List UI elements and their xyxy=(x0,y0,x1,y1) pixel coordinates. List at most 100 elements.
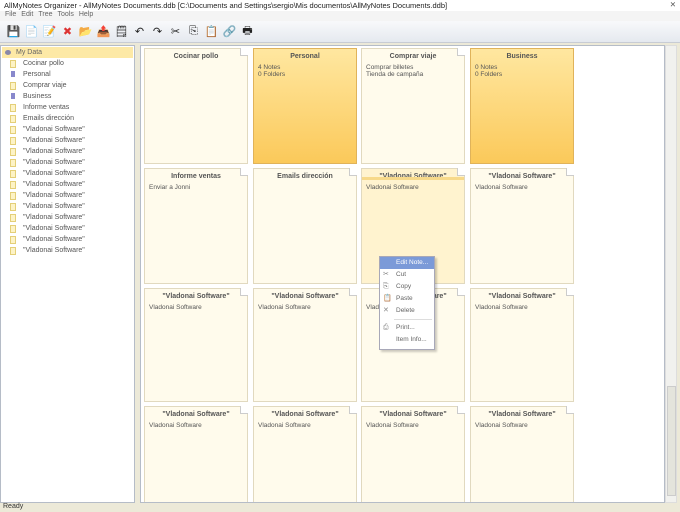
folder-icon xyxy=(11,71,15,77)
tree-item-label: Informe ventas xyxy=(23,104,70,111)
tree-item-label: "Vladonai Software" xyxy=(23,192,85,199)
note-card[interactable]: Emails dirección xyxy=(253,168,357,284)
note-card[interactable]: "Vladonai Software" Vladonai Software xyxy=(253,288,357,402)
note-card[interactable]: "Vladonai Software" Vladonai Software xyxy=(144,288,248,402)
tree-item[interactable]: Informe ventas xyxy=(1,102,134,113)
tree-item[interactable]: Cocinar pollo xyxy=(1,58,134,69)
vertical-scrollbar[interactable] xyxy=(665,45,677,503)
tree-root[interactable]: My Data xyxy=(2,47,133,58)
card-line: Vladonai Software xyxy=(475,184,528,191)
page-fold-icon xyxy=(566,406,574,414)
context-item-cut[interactable]: ✂ Cut xyxy=(380,269,434,281)
context-item-paste[interactable]: 📋 Paste xyxy=(380,293,434,305)
link-button[interactable]: 🔗 xyxy=(222,24,237,39)
cut-icon: ✂ xyxy=(170,26,181,38)
note-card[interactable]: "Vladonai Software" Vladonai Software xyxy=(361,406,465,502)
menu-file[interactable]: File xyxy=(5,11,16,18)
close-button[interactable]: ✕ xyxy=(670,0,676,9)
menu-edit[interactable]: Edit xyxy=(21,11,33,18)
scrollbar-thumb[interactable] xyxy=(667,386,676,496)
tree-item[interactable]: Comprar viaje xyxy=(1,80,134,91)
page-fold-icon xyxy=(457,168,465,176)
menu-tools[interactable]: Tools xyxy=(57,11,73,18)
page-fold-icon xyxy=(566,168,574,176)
copy-button[interactable]: ⎘ xyxy=(186,24,201,39)
card-title: "Vladonai Software" xyxy=(271,293,339,300)
context-item-label: Item Info... xyxy=(396,336,427,343)
delete-button[interactable]: ✖ xyxy=(60,24,75,39)
context-item-edit-note[interactable]: Edit Note... xyxy=(380,257,434,269)
print-icon: 🖶 xyxy=(242,25,253,37)
card-line: Vladonai Software xyxy=(258,422,311,429)
tree-item[interactable]: "Vladonai Software" xyxy=(1,190,134,201)
tree-item[interactable]: "Vladonai Software" xyxy=(1,124,134,135)
context-item-label: Print... xyxy=(396,324,415,331)
tree-item[interactable]: "Vladonai Software" xyxy=(1,135,134,146)
menu-separator xyxy=(394,319,432,320)
note-card[interactable]: Business 0 Notes 0 Folders xyxy=(470,48,574,164)
toolbar: 💾 📄 📝 ✖ 📂 📤 🗒 ↶ ↷ ✂ ⎘ 📋 🔗 🖶 xyxy=(0,21,680,43)
redo-icon: ↷ xyxy=(152,26,163,38)
note-icon xyxy=(10,247,16,255)
note-card[interactable]: Informe ventas Enviar a Jonni xyxy=(144,168,248,284)
menu-tree[interactable]: Tree xyxy=(38,11,52,18)
tree-item[interactable]: Emails dirección xyxy=(1,113,134,124)
card-line: Vladonai Software xyxy=(475,422,528,429)
card-title: Cocinar pollo xyxy=(173,53,219,60)
card-title: "Vladonai Software" xyxy=(488,293,556,300)
note-card[interactable]: "Vladonai Software" Vladonai Software xyxy=(144,406,248,502)
menu-item-icon: ✕ xyxy=(383,307,389,314)
folder-icon xyxy=(11,93,15,99)
tree-item[interactable]: "Vladonai Software" xyxy=(1,179,134,190)
tree-item[interactable]: "Vladonai Software" xyxy=(1,157,134,168)
import-button[interactable]: 📂 xyxy=(78,24,93,39)
context-item-print[interactable]: ⎙ Print... xyxy=(380,322,434,334)
note-card[interactable]: "Vladonai Software" Vladonai Software xyxy=(470,288,574,402)
print-button[interactable]: 🖶 xyxy=(240,24,255,39)
note-icon xyxy=(10,126,16,134)
note-card[interactable]: "Vladonai Software" Vladonai Software xyxy=(470,406,574,502)
cut-button[interactable]: ✂ xyxy=(168,24,183,39)
paste-button[interactable]: 📋 xyxy=(204,24,219,39)
context-item-delete[interactable]: ✕ Delete xyxy=(380,305,434,317)
context-item-copy[interactable]: ⎘ Copy xyxy=(380,281,434,293)
tree-item[interactable]: "Vladonai Software" xyxy=(1,223,134,234)
new-note-button[interactable]: 📄 xyxy=(24,24,39,39)
new-child-note-button[interactable]: 📝 xyxy=(42,24,57,39)
card-title: "Vladonai Software" xyxy=(379,411,447,418)
note-card[interactable]: "Vladonai Software" Vladonai Software xyxy=(253,406,357,502)
note-button[interactable]: 🗒 xyxy=(114,24,129,39)
note-card[interactable]: Cocinar pollo xyxy=(144,48,248,164)
tree-item-label: "Vladonai Software" xyxy=(23,159,85,166)
context-item-label: Cut xyxy=(396,271,407,278)
tree-item-label: "Vladonai Software" xyxy=(23,203,85,210)
new-note-icon: 📄 xyxy=(24,26,39,38)
export-button[interactable]: 📤 xyxy=(96,24,111,39)
context-item-label: Paste xyxy=(396,295,413,302)
tree-item-label: "Vladonai Software" xyxy=(23,225,85,232)
card-line: Comprar billetes xyxy=(366,64,414,71)
menu-help[interactable]: Help xyxy=(79,11,93,18)
tree-item-label: Emails dirección xyxy=(23,115,74,122)
redo-button[interactable]: ↷ xyxy=(150,24,165,39)
save-button[interactable]: 💾 xyxy=(6,24,21,39)
card-line: Vladonai Software xyxy=(475,304,528,311)
note-card[interactable]: Personal 4 Notes 0 Folders xyxy=(253,48,357,164)
note-card[interactable]: Comprar viaje Comprar billetes Tienda de c… xyxy=(361,48,465,164)
tree-item[interactable]: "Vladonai Software" xyxy=(1,146,134,157)
note-icon xyxy=(10,115,16,123)
context-item-item-info[interactable]: Item Info... xyxy=(380,334,434,346)
tree-item[interactable]: Business xyxy=(1,91,134,102)
tree-item[interactable]: "Vladonai Software" xyxy=(1,234,134,245)
note-card[interactable]: "Vladonai Software" Vladonai Software xyxy=(470,168,574,284)
tree-item[interactable]: "Vladonai Software" xyxy=(1,245,134,256)
tree-item[interactable]: "Vladonai Software" xyxy=(1,212,134,223)
tree-item-label: Comprar viaje xyxy=(23,82,67,89)
undo-button[interactable]: ↶ xyxy=(132,24,147,39)
tree-item[interactable]: "Vladonai Software" xyxy=(1,201,134,212)
tree-item[interactable]: "Vladonai Software" xyxy=(1,168,134,179)
card-line: Vladonai Software xyxy=(149,422,202,429)
note-icon xyxy=(10,236,16,244)
card-line: Tienda de campaña xyxy=(366,71,424,78)
tree-item[interactable]: Personal xyxy=(1,69,134,80)
